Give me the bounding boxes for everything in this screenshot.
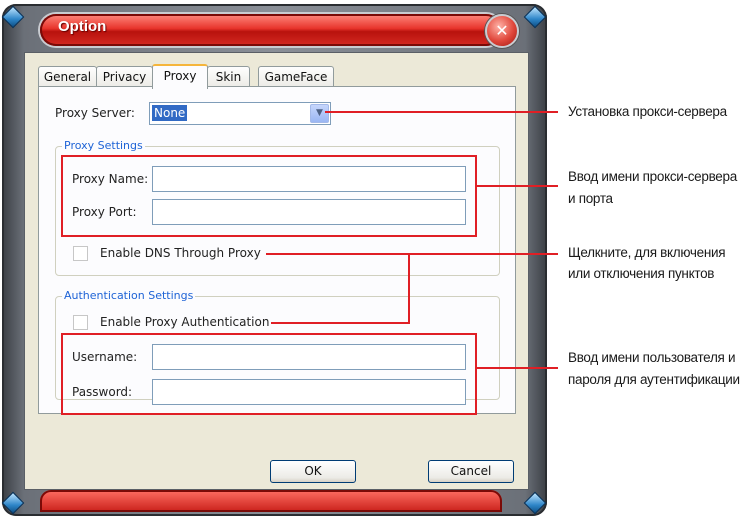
ok-button[interactable]: OK — [270, 460, 356, 483]
corner-gem-icon — [1, 491, 25, 515]
annotation-credentials-1: Ввод имени пользователя и — [568, 350, 736, 365]
title-bar[interactable] — [40, 14, 502, 46]
close-button[interactable]: ✕ — [485, 14, 519, 48]
proxy-server-value: None — [152, 105, 188, 121]
tab-proxy[interactable]: Proxy — [152, 64, 208, 89]
proxy-server-label: Proxy Server: — [55, 106, 135, 120]
callout-line-proxy-server — [325, 111, 558, 113]
annotation-credentials-2: пароля для аутентификации — [568, 372, 740, 387]
annotation-checkbox-2: или отключения пунктов — [568, 266, 715, 281]
tab-gameface[interactable]: GameFace — [258, 66, 334, 87]
callout-line-credentials — [475, 367, 558, 369]
callout-line-checkbox — [266, 253, 558, 255]
dns-through-proxy-label[interactable]: Enable DNS Through Proxy — [100, 246, 261, 260]
credentials-highlight — [61, 333, 477, 415]
callout-line-checkbox-vertical — [408, 253, 410, 324]
proxy-server-select[interactable]: None ▼ — [149, 102, 331, 125]
tab-general[interactable]: General — [38, 66, 97, 87]
chevron-down-icon[interactable]: ▼ — [310, 104, 329, 123]
annotation-proxy-name-1: Ввод имени прокси-сервера — [568, 169, 737, 184]
dns-through-proxy-checkbox[interactable] — [73, 246, 88, 261]
corner-gem-icon — [1, 5, 25, 29]
close-icon: ✕ — [495, 21, 509, 40]
tab-privacy[interactable]: Privacy — [96, 66, 153, 87]
annotation-proxy-name-2: и порта — [568, 191, 613, 206]
window-title: Option — [58, 18, 107, 35]
callout-line-proxy-fields — [475, 185, 558, 187]
cancel-button[interactable]: Cancel — [428, 460, 514, 483]
corner-gem-icon — [523, 491, 547, 515]
annotation-checkbox-1: Щелкните, для включения — [568, 245, 726, 260]
proxy-authentication-label[interactable]: Enable Proxy Authentication — [100, 315, 269, 329]
proxy-authentication-checkbox[interactable] — [73, 315, 88, 330]
bottom-bar — [40, 490, 502, 512]
tab-skin[interactable]: Skin — [207, 66, 250, 87]
annotation-proxy-server: Установка прокси-сервера — [568, 104, 727, 119]
proxy-fields-highlight — [61, 155, 477, 237]
corner-gem-icon — [523, 5, 547, 29]
auth-settings-title: Authentication Settings — [62, 289, 196, 302]
callout-line-checkbox-branch — [271, 322, 410, 324]
proxy-settings-title: Proxy Settings — [62, 139, 145, 152]
